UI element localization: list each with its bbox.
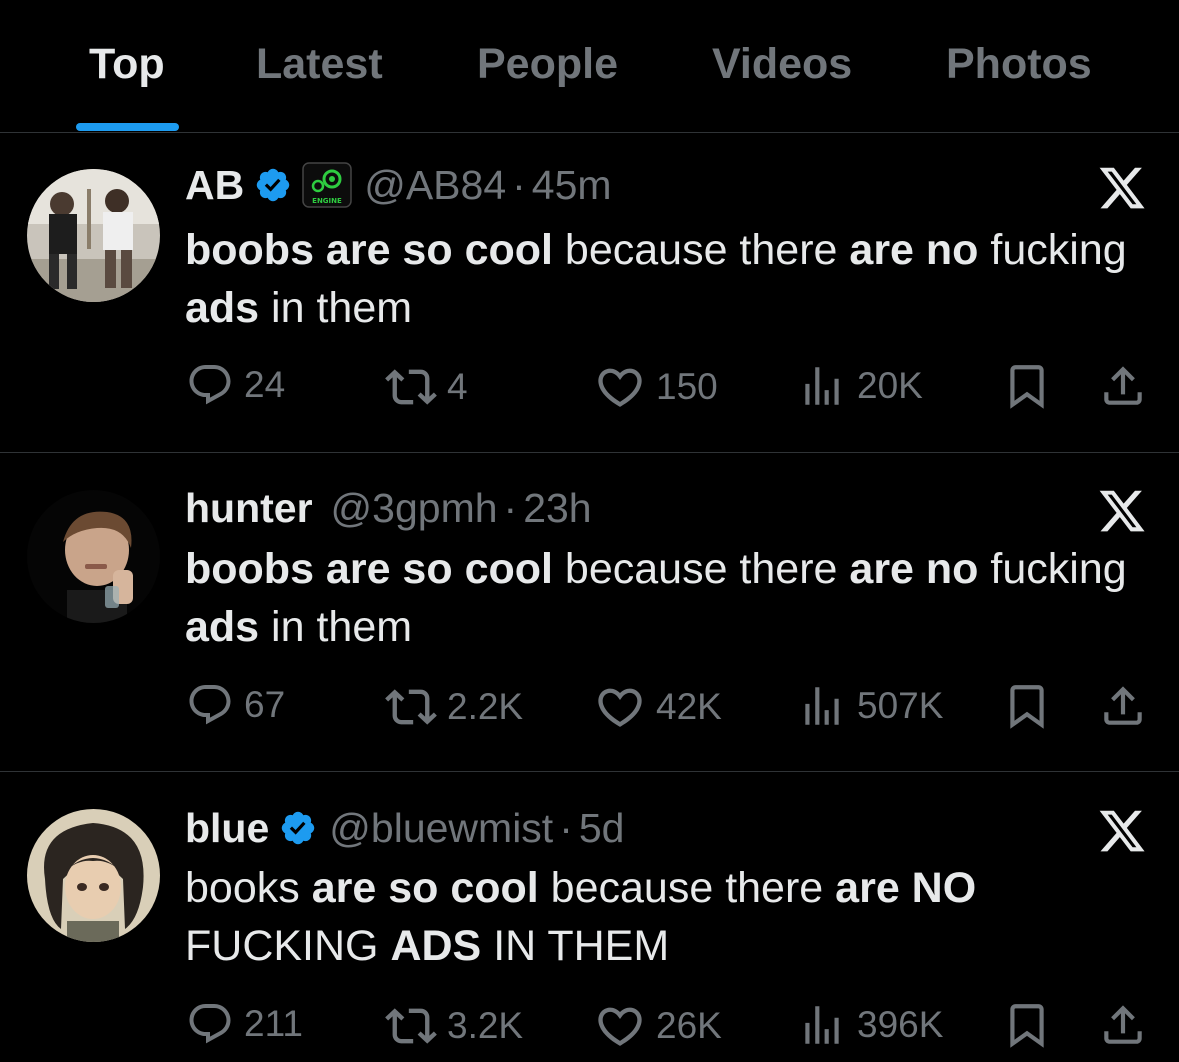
display-name[interactable]: hunter <box>185 485 313 532</box>
tweet-header: blue @bluewmist · 5d <box>185 803 624 853</box>
like-count: 150 <box>656 366 718 407</box>
bookmark-icon <box>1002 361 1052 411</box>
timestamp[interactable]: 5d <box>579 805 625 852</box>
share-button[interactable] <box>1098 361 1148 411</box>
reply-count: 67 <box>244 684 286 725</box>
verified-icon <box>279 809 317 847</box>
views-count: 20K <box>857 365 923 406</box>
share-icon <box>1098 1000 1148 1050</box>
tweet-text: boobs are so cool because there are no f… <box>185 226 1127 332</box>
avatar[interactable] <box>27 809 160 942</box>
display-name[interactable]: AB <box>185 162 244 209</box>
repost-button[interactable]: 3.2K <box>385 1000 523 1052</box>
tweet[interactable]: blue @bluewmist · 5d books are so cool b… <box>0 772 1179 1062</box>
handle[interactable]: @3gpmh <box>331 485 498 532</box>
share-button[interactable] <box>1098 1000 1148 1050</box>
handle[interactable]: @AB84 <box>364 162 506 209</box>
tab-people[interactable]: People <box>477 40 618 89</box>
repost-button[interactable]: 2.2K <box>385 681 523 733</box>
reply-button[interactable]: 211 <box>186 1000 303 1048</box>
views-count: 396K <box>857 1004 944 1045</box>
tab-videos[interactable]: Videos <box>712 40 852 89</box>
like-count: 42K <box>656 686 722 727</box>
display-name[interactable]: blue <box>185 805 269 852</box>
reply-button[interactable]: 67 <box>186 681 285 729</box>
views-button[interactable]: 396K <box>797 1000 943 1050</box>
share-icon <box>1098 681 1148 731</box>
separator-dot: · <box>503 484 518 531</box>
bookmark-button[interactable] <box>1002 681 1052 731</box>
like-button[interactable]: 26K <box>594 1000 722 1052</box>
active-tab-indicator <box>76 123 179 131</box>
timestamp[interactable]: 23h <box>523 485 591 532</box>
search-tabs: Top Latest People Videos Photos <box>0 0 1179 133</box>
tweet[interactable]: AB ENGINE @AB84 · 45m boobs are so cool … <box>0 133 1179 453</box>
reply-count: 211 <box>244 1003 303 1044</box>
tweet-actions: 67 2.2K 42K 507K <box>0 681 1179 731</box>
repost-count: 2.2K <box>447 686 524 727</box>
x-logo-icon <box>1095 486 1149 536</box>
affiliate-badge-icon[interactable]: ENGINE <box>302 162 352 208</box>
bookmark-button[interactable] <box>1002 361 1052 411</box>
views-button[interactable]: 20K <box>797 361 923 411</box>
verified-icon <box>254 166 292 204</box>
tweet[interactable]: hunter @3gpmh · 23h boobs are so cool be… <box>0 453 1179 772</box>
bookmark-icon <box>1002 681 1052 731</box>
share-icon <box>1098 361 1148 411</box>
tweet-text: boobs are so cool because there are no f… <box>185 545 1127 651</box>
views-button[interactable]: 507K <box>797 681 943 731</box>
tab-latest[interactable]: Latest <box>256 40 383 89</box>
bookmark-icon <box>1002 1000 1052 1050</box>
separator-dot: · <box>559 804 573 851</box>
repost-button[interactable]: 4 <box>385 361 468 413</box>
like-button[interactable]: 42K <box>594 681 722 733</box>
views-count: 507K <box>857 685 944 726</box>
like-count: 26K <box>656 1005 722 1046</box>
handle[interactable]: @bluewmist <box>329 805 553 852</box>
bookmark-button[interactable] <box>1002 1000 1052 1050</box>
separator-dot: · <box>512 161 526 208</box>
reply-count: 24 <box>244 364 286 405</box>
tweet-text: books are so cool because there are NO F… <box>185 864 977 970</box>
avatar[interactable] <box>27 490 160 623</box>
x-logo-icon <box>1095 163 1149 213</box>
tweet-header: AB ENGINE @AB84 · 45m <box>185 160 612 210</box>
tab-top[interactable]: Top <box>89 40 165 89</box>
tweet-actions: 24 4 150 20K <box>0 361 1179 411</box>
like-button[interactable]: 150 <box>594 361 718 413</box>
repost-count: 3.2K <box>447 1005 524 1046</box>
tab-photos[interactable]: Photos <box>946 40 1092 89</box>
share-button[interactable] <box>1098 681 1148 731</box>
repost-count: 4 <box>447 366 468 407</box>
avatar[interactable] <box>27 169 160 302</box>
reply-button[interactable]: 24 <box>186 361 285 409</box>
timestamp[interactable]: 45m <box>532 162 612 209</box>
tweet-actions: 211 3.2K 26K 396K <box>0 1000 1179 1050</box>
tweet-header: hunter @3gpmh · 23h <box>185 483 592 533</box>
affiliate-badge-text: ENGINE <box>312 197 342 205</box>
x-logo-icon <box>1095 806 1149 856</box>
